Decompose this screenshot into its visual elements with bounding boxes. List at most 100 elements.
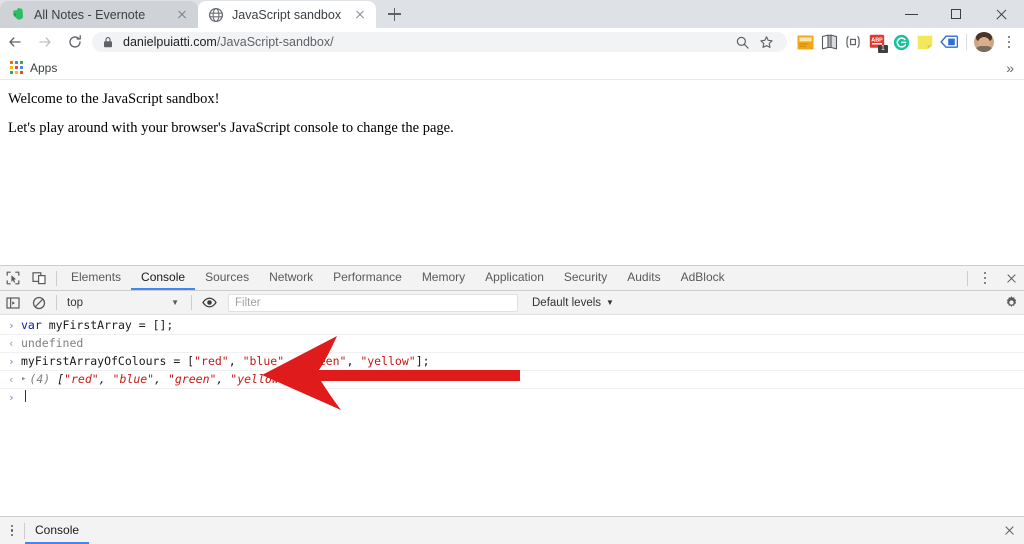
tab-audits[interactable]: Audits	[617, 266, 670, 290]
tab-performance[interactable]: Performance	[323, 266, 412, 290]
devtools-panel: Elements Console Sources Network Perform…	[0, 265, 1024, 516]
console-input-marker: ›	[8, 319, 15, 332]
browser-tab-javascript-sandbox[interactable]: JavaScript sandbox	[198, 1, 376, 28]
bookmark-apps[interactable]: Apps	[0, 57, 65, 79]
tab-network[interactable]: Network	[259, 266, 323, 290]
url-path: /JavaScript-sandbox/	[216, 35, 334, 49]
console-message-text: undefined	[21, 336, 84, 350]
console-output-marker: ‹	[8, 337, 15, 350]
browser-tab-title: All Notes - Evernote	[34, 7, 146, 22]
url-host: danielpuiatti.com	[123, 35, 217, 49]
devtools-close-icon[interactable]	[998, 266, 1024, 290]
console-message-output[interactable]: ‹ undefined	[0, 335, 1024, 353]
console-result-array[interactable]: ‹ ▸ (4) ["red", "blue", "green", "yellow…	[0, 371, 1024, 389]
console-filter-bar: top ▼ Filter Default levels ▼	[0, 291, 1024, 315]
tab-console[interactable]: Console	[131, 266, 196, 290]
tab-memory[interactable]: Memory	[412, 266, 475, 290]
tab-application[interactable]: Application	[475, 266, 554, 290]
devtools-divider	[56, 295, 57, 310]
devtools-divider	[56, 270, 57, 286]
gear-icon[interactable]	[998, 291, 1024, 315]
avatar[interactable]	[972, 30, 996, 54]
page-heading-text: Welcome to the JavaScript sandbox!	[8, 91, 220, 107]
drawer-tab-console[interactable]: Console	[25, 517, 90, 544]
browser-tab-evernote[interactable]: All Notes - Evernote	[0, 1, 198, 28]
console-message-text: (4) ["red", "blue", "green", "yellow"]	[29, 372, 293, 386]
page-content: Welcome to the JavaScript sandbox! Let's…	[0, 81, 1024, 265]
translate-extension-icon[interactable]	[937, 30, 961, 54]
tab-close-icon[interactable]	[174, 7, 190, 23]
chevron-down-icon: ▼	[606, 298, 614, 307]
console-output-marker: ‹	[8, 373, 15, 386]
back-arrow-icon	[9, 37, 21, 47]
forward-arrow-icon	[39, 37, 51, 47]
console-text-caret	[25, 390, 26, 402]
console-filter-placeholder: Filter	[235, 296, 261, 309]
address-bar-actions	[731, 31, 777, 53]
brackets-extension-icon[interactable]	[841, 30, 865, 54]
devtools-drawer: Console	[0, 516, 1024, 544]
console-log-levels-select[interactable]: Default levels ▼	[532, 297, 614, 309]
bookmarks-overflow-icon[interactable]: »	[1006, 61, 1014, 75]
tab-sources[interactable]: Sources	[195, 266, 259, 290]
chevron-down-icon: ▼	[171, 298, 179, 307]
window-controls	[889, 0, 1024, 28]
execution-context-select[interactable]: top ▼	[61, 294, 187, 312]
devtools-divider	[191, 295, 192, 310]
live-expression-eye-icon[interactable]	[196, 291, 222, 315]
apps-grid-icon	[10, 61, 23, 74]
minimize-icon[interactable]	[889, 0, 934, 28]
star-icon[interactable]	[755, 31, 777, 53]
console-input-marker: ›	[8, 391, 15, 404]
browser-tab-title: JavaScript sandbox	[232, 7, 342, 22]
toolbar-divider	[966, 34, 967, 50]
address-bar-url: danielpuiatti.com/JavaScript-sandbox/	[123, 35, 334, 49]
maximize-icon[interactable]	[934, 0, 979, 28]
browser-window: All Notes - Evernote JavaScript sandbox	[0, 0, 1024, 544]
console-input-marker: ›	[8, 355, 15, 368]
console-message-text: var myFirstArray = [];	[21, 318, 174, 332]
search-icon[interactable]	[731, 31, 753, 53]
console-message-input[interactable]: › myFirstArrayOfColours = ["red", "blue"…	[0, 353, 1024, 371]
console-sidebar-icon[interactable]	[0, 291, 26, 315]
svg-text:ABP: ABP	[871, 38, 883, 44]
console-log-levels-value: Default levels	[532, 296, 602, 309]
close-icon[interactable]	[979, 0, 1024, 28]
drawer-close-icon[interactable]	[994, 517, 1024, 544]
address-bar[interactable]: danielpuiatti.com/JavaScript-sandbox/	[92, 32, 787, 52]
inspect-element-icon[interactable]	[0, 266, 26, 290]
book-extension-icon[interactable]	[817, 30, 841, 54]
kebab-menu-icon[interactable]	[996, 28, 1022, 56]
forward-button[interactable]	[30, 28, 60, 56]
back-button[interactable]	[0, 28, 30, 56]
adblock-extension-icon[interactable]: ABP 1	[865, 30, 889, 54]
globe-icon	[208, 7, 224, 22]
expand-triangle-icon[interactable]: ▸	[21, 372, 26, 387]
sticky-note-extension-icon[interactable]	[793, 30, 817, 54]
console-message-input[interactable]: › var myFirstArray = [];	[0, 317, 1024, 335]
tab-security[interactable]: Security	[554, 266, 617, 290]
tab-close-icon[interactable]	[352, 7, 368, 23]
grammarly-extension-icon[interactable]	[889, 30, 913, 54]
new-tab-button[interactable]	[380, 0, 408, 28]
notes-extension-icon[interactable]	[913, 30, 937, 54]
execution-context-value: top	[67, 296, 83, 309]
console-message-text: myFirstArrayOfColours = ["red", "blue", …	[21, 354, 430, 368]
drawer-menu-kebab-icon[interactable]	[0, 517, 24, 544]
tab-adblock[interactable]: AdBlock	[671, 266, 735, 290]
bookmark-label: Apps	[30, 60, 58, 75]
reload-button[interactable]	[60, 28, 90, 56]
console-filter-input[interactable]: Filter	[228, 293, 518, 312]
device-toolbar-icon[interactable]	[26, 266, 52, 290]
clear-console-icon[interactable]	[26, 291, 52, 315]
tab-strip: All Notes - Evernote JavaScript sandbox	[0, 0, 1024, 28]
devtools-tab-bar-actions	[963, 264, 1024, 292]
console-prompt-row[interactable]: ›	[0, 389, 1024, 406]
reload-icon	[69, 35, 81, 48]
browser-toolbar: danielpuiatti.com/JavaScript-sandbox/ AB…	[0, 28, 1024, 56]
console-message-list[interactable]: › var myFirstArray = []; ‹ undefined › m…	[0, 317, 1024, 516]
devtools-more-kebab-icon[interactable]	[972, 264, 998, 292]
tab-elements[interactable]: Elements	[61, 266, 131, 290]
extensions-bar: ABP 1	[793, 28, 1024, 56]
lock-icon	[104, 37, 112, 48]
